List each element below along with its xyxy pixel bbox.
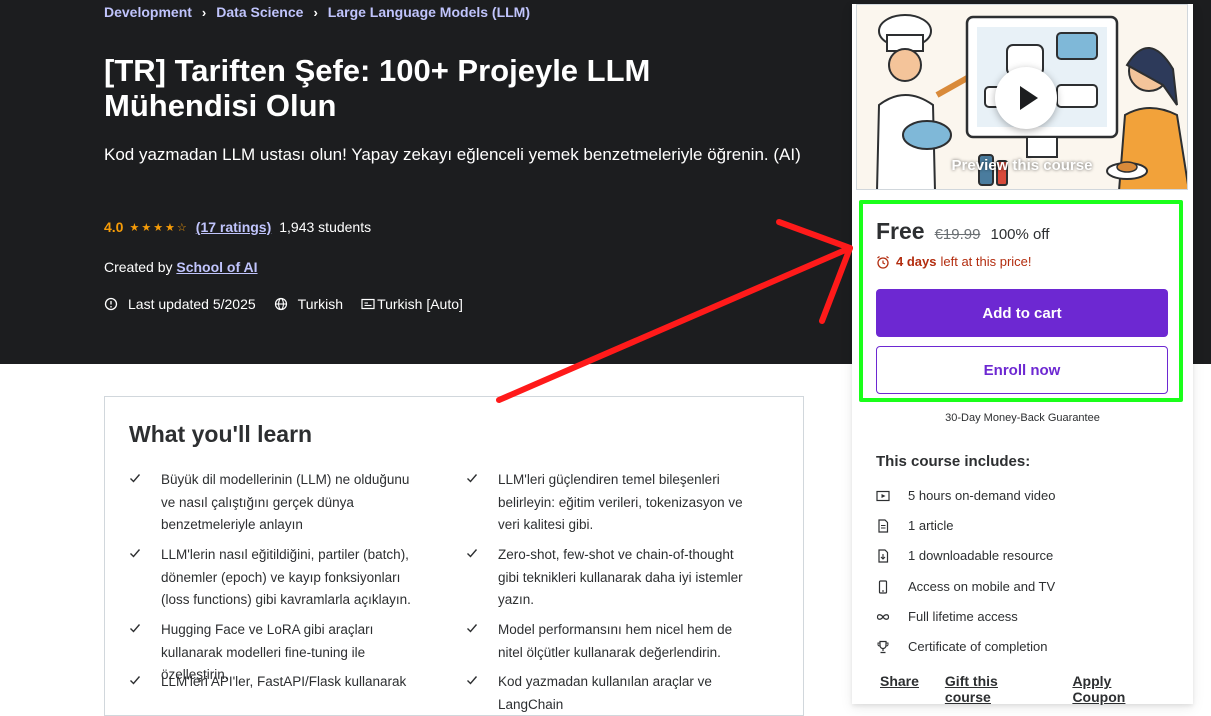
infinity-icon [876, 613, 890, 620]
check-icon [130, 549, 141, 558]
money-back-guarantee: 30-Day Money-Back Guarantee [945, 412, 1100, 424]
check-icon [130, 676, 141, 685]
learn-item: Model performansını hem nicel hem de nit… [466, 619, 756, 664]
video-icon [876, 490, 890, 501]
instructor-link[interactable]: School of AI [176, 259, 257, 275]
check-icon [130, 624, 141, 633]
chevron-right-icon: › [201, 4, 207, 20]
course-language: Turkish [274, 296, 343, 312]
course-captions: Turkish [Auto] [361, 296, 463, 312]
breadcrumb-llm[interactable]: Large Language Models (LLM) [328, 4, 530, 20]
purchase-sidebar: Preview this course Free €19.99 100% off… [852, 4, 1193, 705]
deadline-text: left at this price! [940, 254, 1032, 269]
check-icon [130, 474, 141, 483]
globe-icon [274, 297, 287, 311]
price-deadline: 4 days left at this price! [876, 254, 1032, 269]
learn-item-text: LLM'lerin nasıl eğitildiğini, partiler (… [161, 547, 411, 607]
breadcrumb: Development › Data Science › Large Langu… [104, 4, 530, 20]
learn-item-text: Model performansını hem nicel hem de nit… [498, 622, 733, 660]
students-count: 1,943 students [279, 219, 372, 235]
learn-item: Zero-shot, few-shot ve chain-of-thought … [466, 544, 756, 612]
deadline-days: 4 days [896, 254, 937, 269]
gift-course-link[interactable]: Gift this course [945, 673, 1047, 705]
enroll-now-button[interactable]: Enroll now [876, 346, 1168, 394]
learn-title: What you'll learn [129, 421, 313, 447]
include-item-label: 1 downloadable resource [908, 548, 1054, 563]
download-icon [878, 548, 889, 563]
current-price: Free [876, 218, 925, 244]
learn-item: Kod yazmadan kullanılan araçlar ve LangC… [466, 671, 756, 716]
learn-item-text: Kod yazmadan kullanılan araçlar ve LangC… [498, 674, 712, 712]
learn-item-text: Zero-shot, few-shot ve chain-of-thought … [498, 547, 743, 607]
learn-item: Büyük dil modellerinin (LLM) ne olduğunu… [129, 469, 419, 537]
article-icon [878, 518, 889, 533]
check-icon [467, 676, 478, 685]
include-item-article: 1 article [876, 518, 954, 533]
chevron-right-icon: › [313, 4, 318, 20]
learn-item-text: Büyük dil modellerinin (LLM) ne olduğunu… [161, 472, 410, 532]
alarm-clock-icon [877, 255, 889, 269]
check-icon [467, 474, 478, 483]
trophy-icon [877, 640, 889, 653]
mobile-icon [878, 579, 888, 594]
star-rating-icon: ★★★★☆ [129, 221, 189, 234]
last-updated: Last updated 5/2025 [104, 296, 256, 312]
discount-percent: 100% off [990, 226, 1050, 243]
price-row: Free €19.99 100% off [876, 218, 1049, 245]
include-item-video: 5 hours on-demand video [876, 488, 1055, 503]
course-subtitle: Kod yazmadan LLM ustası olun! Yapay zeka… [104, 145, 801, 164]
include-item-download: 1 downloadable resource [876, 548, 1053, 563]
course-title: [TR] Tariften Şefe: 100+ Projeyle LLM Mü… [104, 53, 651, 123]
rating-row: 4.0 ★★★★☆ (17 ratings) 1,943 students [104, 219, 371, 235]
last-updated-text: Last updated 5/2025 [128, 296, 256, 312]
what-you-learn-section: What you'll learn Büyük dil modellerinin… [104, 396, 804, 716]
language-text: Turkish [297, 296, 344, 312]
sidebar-actions: Share Gift this course Apply Coupon [880, 673, 1193, 705]
include-item-label: 5 hours on-demand video [908, 488, 1056, 503]
play-icon[interactable] [995, 67, 1057, 129]
learn-item-text: LLM'leri API'ler, FastAPI/Flask kullanar… [161, 674, 407, 689]
breadcrumb-data-science[interactable]: Data Science [216, 4, 303, 20]
alert-badge-icon [104, 297, 118, 311]
share-link[interactable]: Share [880, 673, 919, 705]
include-item-mobile: Access on mobile and TV [876, 579, 1055, 594]
captions-text: Turkish [Auto] [377, 296, 463, 312]
rating-score: 4.0 [104, 219, 124, 235]
include-item-label: Full lifetime access [908, 609, 1018, 624]
created-by-label: Created by [104, 259, 173, 275]
course-meta: Last updated 5/2025 Turkish Turkish [Aut… [104, 296, 481, 312]
closed-captions-icon [361, 298, 375, 310]
check-icon [467, 549, 478, 558]
learn-item: LLM'leri API'ler, FastAPI/Flask kullanar… [129, 671, 419, 694]
include-item-label: Access on mobile and TV [908, 579, 1056, 594]
created-by: Created by School of AI [104, 259, 258, 275]
include-item-label: Certificate of completion [908, 639, 1048, 654]
include-item-certificate: Certificate of completion [876, 639, 1047, 654]
original-price: €19.99 [934, 226, 981, 243]
preview-label: Preview this course [951, 157, 1093, 174]
add-to-cart-button[interactable]: Add to cart [876, 289, 1168, 337]
learn-item: LLM'lerin nasıl eğitildiğini, partiler (… [129, 544, 419, 612]
apply-coupon-link[interactable]: Apply Coupon [1072, 673, 1167, 705]
learn-item: LLM'leri güçlendiren temel bileşenleri b… [466, 469, 756, 537]
include-item-label: 1 article [908, 518, 954, 533]
include-item-lifetime: Full lifetime access [876, 609, 1018, 624]
includes-title: This course includes: [876, 453, 1031, 470]
learn-item-text: LLM'leri güçlendiren temel bileşenleri b… [498, 472, 743, 532]
ratings-count-link[interactable]: (17 ratings) [196, 219, 271, 235]
breadcrumb-development[interactable]: Development [104, 4, 192, 20]
check-icon [467, 624, 478, 633]
course-preview[interactable]: Preview this course [856, 4, 1188, 190]
